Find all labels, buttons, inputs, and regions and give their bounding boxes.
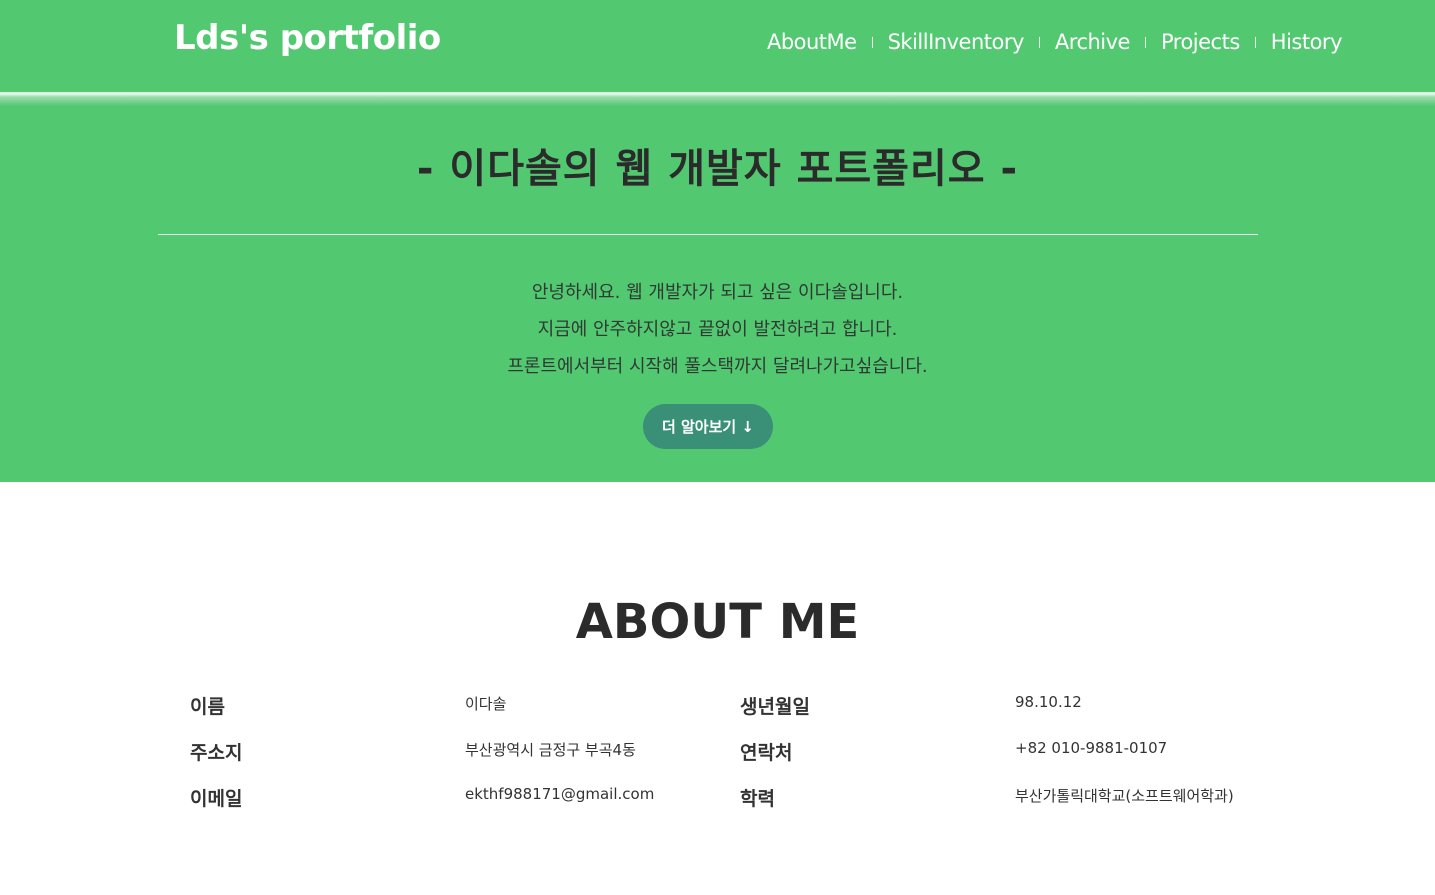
nav-separator xyxy=(1038,36,1040,48)
info-value-contact: +82 010-9881-0107 xyxy=(1015,739,1168,757)
hero-section: - 이다솔의 웹 개발자 포트폴리오 - 안녕하세요. 웹 개발자가 되고 싶은… xyxy=(0,106,1435,482)
nav-separator xyxy=(1144,36,1146,48)
info-label-address: 주소지 xyxy=(190,742,243,764)
navbar-shadow xyxy=(0,92,1435,106)
nav-link-skillinventory[interactable]: SkillInventory xyxy=(888,30,1025,54)
hero-divider xyxy=(158,234,1258,235)
hero-intro: 안녕하세요. 웹 개발자가 되고 싶은 이다솔입니다. 지금에 안주하지않고 끝… xyxy=(0,274,1435,385)
info-label-email: 이메일 xyxy=(190,788,243,810)
info-value-birthdate: 98.10.12 xyxy=(1015,693,1082,711)
nav-separator xyxy=(871,36,873,48)
nav-link-aboutme[interactable]: AboutMe xyxy=(767,30,857,54)
brand-logo[interactable]: Lds's portfolio xyxy=(174,18,441,58)
info-value-education: 부산가톨릭대학교(소프트웨어학과) xyxy=(1015,787,1234,805)
navbar: Lds's portfolio AboutMe SkillInventory A… xyxy=(0,0,1435,92)
hero-title: - 이다솔의 웹 개발자 포트폴리오 - xyxy=(416,146,1019,192)
nav-separator xyxy=(1254,36,1256,48)
info-value-name: 이다솔 xyxy=(465,695,507,713)
main-nav: AboutMe SkillInventory Archive Projects … xyxy=(767,30,1343,54)
nav-link-projects[interactable]: Projects xyxy=(1161,30,1240,54)
hero-intro-line: 프론트에서부터 시작해 풀스택까지 달려나가고싶습니다. xyxy=(507,356,928,377)
hero-intro-line: 지금에 안주하지않고 끝없이 발전하려고 합니다. xyxy=(537,319,898,340)
info-label-contact: 연락처 xyxy=(740,742,793,764)
info-label-education: 학력 xyxy=(740,788,775,810)
info-value-address: 부산광역시 금정구 부곡4동 xyxy=(465,741,636,759)
nav-link-archive[interactable]: Archive xyxy=(1055,30,1131,54)
info-label-name: 이름 xyxy=(190,696,225,718)
nav-link-history[interactable]: History xyxy=(1271,30,1343,54)
info-label-birthdate: 생년월일 xyxy=(740,696,810,718)
about-title: ABOUT ME xyxy=(575,594,860,650)
learn-more-button[interactable]: 더 알아보기 ↓ xyxy=(643,404,773,449)
info-value-email: ekthf988171@gmail.com xyxy=(465,785,655,803)
hero-intro-line: 안녕하세요. 웹 개발자가 되고 싶은 이다솔입니다. xyxy=(531,282,904,303)
